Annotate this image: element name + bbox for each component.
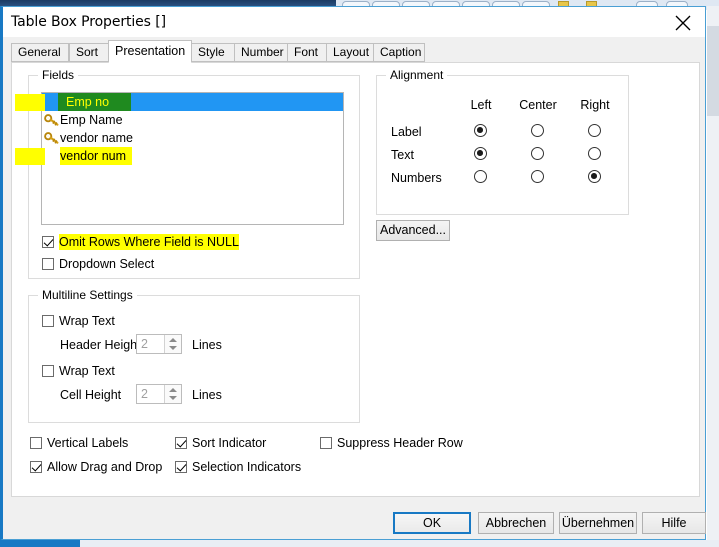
apply-button[interactable]: Übernehmen — [559, 512, 637, 534]
radio-text-center[interactable] — [531, 147, 544, 160]
field-label: vendor name — [60, 131, 133, 145]
header-height-stepper[interactable]: 2 — [136, 334, 182, 354]
tab-style[interactable]: Style — [191, 43, 235, 62]
sort-indicator-checkbox[interactable]: Sort Indicator — [175, 435, 266, 451]
checkbox-box — [320, 437, 332, 449]
tab-caption[interactable]: Caption — [373, 43, 425, 62]
header-height-spin-buttons[interactable] — [164, 335, 181, 353]
dropdown-select-label: Dropdown Select — [59, 257, 155, 271]
highlight-strip-vendor-num — [15, 148, 45, 165]
table-box-properties-dialog: Table Box Properties [] General Sort Pre… — [0, 6, 706, 540]
dialog-title: Table Box Properties [] — [11, 14, 166, 30]
list-item[interactable]: vendor num — [42, 147, 343, 165]
checkbox-box — [42, 315, 54, 327]
header-height-value: 2 — [141, 337, 148, 351]
alignment-col-center: Center — [519, 98, 557, 112]
taskbar-rest — [80, 540, 719, 547]
selection-indicators-checkbox[interactable]: Selection Indicators — [175, 459, 301, 475]
multiline-settings-group: Multiline Settings Wrap Text Header Heig… — [28, 288, 360, 423]
alignment-col-right: Right — [580, 98, 610, 112]
list-item[interactable]: Emp Name — [42, 111, 343, 129]
checkbox-box — [30, 461, 42, 473]
allow-drag-and-drop-checkbox[interactable]: Allow Drag and Drop — [30, 459, 162, 475]
radio-label-center[interactable] — [531, 124, 544, 137]
field-label: Emp no — [58, 93, 132, 111]
radio-numbers-center[interactable] — [531, 170, 544, 183]
radio-label-left[interactable] — [474, 124, 487, 137]
alignment-row-label-numbers: Numbers — [391, 171, 442, 185]
dialog-titlebar: Table Box Properties [] — [3, 7, 705, 37]
checkbox-box — [175, 437, 187, 449]
key-icon — [44, 113, 60, 127]
header-height-units: Lines — [192, 338, 222, 352]
suppress-header-row-checkbox[interactable]: Suppress Header Row — [320, 435, 463, 451]
spin-up-icon[interactable] — [169, 388, 177, 392]
header-wrap-text-label: Wrap Text — [59, 314, 115, 328]
vertical-labels-label: Vertical Labels — [47, 436, 129, 450]
cell-height-spin-buttons[interactable] — [164, 385, 181, 403]
alignment-row-label-text: Text — [391, 148, 414, 162]
background-scrollbar[interactable] — [707, 6, 719, 540]
help-button[interactable]: Hilfe — [642, 512, 706, 534]
checkbox-box — [175, 461, 187, 473]
tab-general[interactable]: General — [11, 43, 69, 62]
background-taskbar-strip — [0, 540, 719, 547]
list-item[interactable]: vendor name — [42, 129, 343, 147]
omit-rows-null-checkbox[interactable]: Omit Rows Where Field is NULL — [42, 234, 239, 250]
spin-down-icon[interactable] — [169, 396, 177, 400]
field-label: Emp Name — [60, 113, 123, 127]
presentation-tab-panel: Fields Emp no Emp Name vendor name vendo… — [11, 62, 700, 497]
cell-height-stepper[interactable]: 2 — [136, 384, 182, 404]
checkbox-box — [30, 437, 42, 449]
header-wrap-text-checkbox[interactable]: Wrap Text — [42, 313, 115, 329]
radio-numbers-left[interactable] — [474, 170, 487, 183]
allow-drag-and-drop-label: Allow Drag and Drop — [47, 460, 163, 474]
multiline-group-legend: Multiline Settings — [38, 288, 137, 302]
taskbar-accent — [0, 540, 80, 547]
fields-listbox[interactable]: Emp no Emp Name vendor name vendor num — [41, 92, 344, 225]
radio-text-right[interactable] — [588, 147, 601, 160]
omit-rows-null-label: Omit Rows Where Field is NULL — [59, 234, 239, 250]
fields-group: Fields Emp no Emp Name vendor name vendo… — [15, 68, 360, 279]
sort-indicator-label: Sort Indicator — [192, 436, 267, 450]
cell-height-value: 2 — [141, 387, 148, 401]
tab-number[interactable]: Number — [234, 43, 288, 62]
spin-down-icon[interactable] — [169, 346, 177, 350]
suppress-header-row-label: Suppress Header Row — [337, 436, 463, 450]
ok-button[interactable]: OK — [393, 512, 471, 534]
tab-layout[interactable]: Layout — [326, 43, 374, 62]
selection-indicators-label: Selection Indicators — [192, 460, 302, 474]
tab-sort[interactable]: Sort — [69, 43, 109, 62]
cell-wrap-text-label: Wrap Text — [59, 364, 115, 378]
vertical-labels-checkbox[interactable]: Vertical Labels — [30, 435, 128, 451]
tab-font[interactable]: Font — [287, 43, 327, 62]
list-item[interactable]: Emp no — [42, 93, 343, 111]
close-button[interactable] — [661, 7, 705, 36]
radio-label-right[interactable] — [588, 124, 601, 137]
fields-group-legend: Fields — [38, 68, 79, 82]
dropdown-select-checkbox[interactable]: Dropdown Select — [42, 256, 154, 272]
alignment-group: Alignment Left Center Right Label Text N… — [376, 68, 629, 215]
background-scrollbar-thumb[interactable] — [707, 26, 719, 116]
checkbox-box — [42, 258, 54, 270]
spin-up-icon[interactable] — [169, 338, 177, 342]
key-icon — [44, 131, 60, 145]
header-height-label: Header Height — [60, 338, 141, 352]
radio-text-left[interactable] — [474, 147, 487, 160]
cell-height-label: Cell Height — [60, 388, 122, 402]
close-icon — [675, 15, 691, 31]
highlight-strip-emp-no — [15, 94, 45, 111]
advanced-button[interactable]: Advanced... — [376, 220, 450, 241]
checkbox-box — [42, 236, 54, 248]
tab-presentation[interactable]: Presentation — [108, 40, 192, 63]
alignment-col-left: Left — [470, 98, 492, 112]
field-label: vendor num — [60, 147, 133, 165]
cell-wrap-text-checkbox[interactable]: Wrap Text — [42, 363, 115, 379]
radio-numbers-right[interactable] — [588, 170, 601, 183]
checkbox-box — [42, 365, 54, 377]
alignment-row-label-label: Label — [391, 125, 422, 139]
alignment-group-legend: Alignment — [386, 68, 448, 82]
cancel-button[interactable]: Abbrechen — [478, 512, 554, 534]
cell-height-units: Lines — [192, 388, 222, 402]
